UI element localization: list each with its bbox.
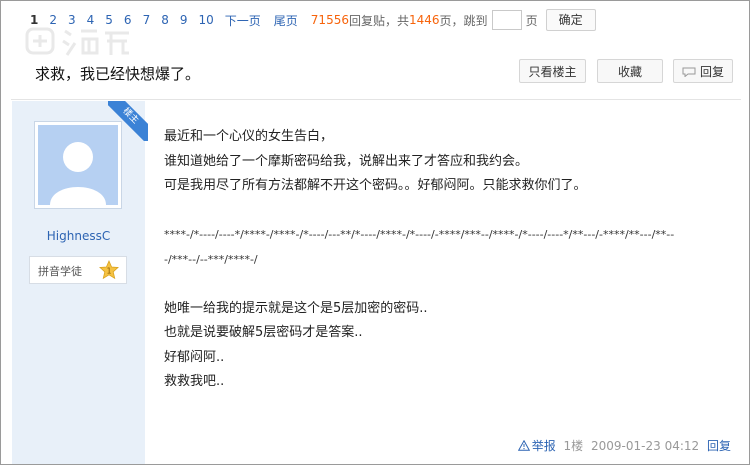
post-line: 可是我用尽了所有方法都解不开这个密码。。好郁闷阿。只能求救你们了。 [164,178,587,193]
post-line: 救救我吧.. [164,374,225,389]
default-avatar-icon [38,125,118,205]
level-number: 1 [106,267,111,276]
thread-header: 求救，我已经快想爆了。 只看楼主 收藏 回复 [11,45,741,100]
morse-code-line: -/***--/--***/****-/ [164,252,258,266]
jump-label: 页，跳到 [439,13,488,28]
post-line: 也就是说要破解5层密码才是答案.. [164,325,363,340]
reply-count: 71556 [310,13,349,27]
next-page-link[interactable]: 下一页 [225,12,261,29]
only-op-button[interactable]: 只看楼主 [519,59,586,83]
thread-title: 求救，我已经快想爆了。 [35,65,201,83]
user-rank-badge: 拼音学徒 1 [29,256,127,284]
post-content: 最近和一个心仪的女生告白， 谁知道她给了一个摩斯密码给我，说解出来了才答应和我约… [164,125,724,395]
post-line: 好郁闷阿.. [164,349,225,365]
favorite-button[interactable]: 收藏 [597,59,663,83]
reply-count-label: 回复贴，共 [348,13,409,28]
thread-owner-label: 楼主 [108,101,148,141]
warning-icon [517,440,530,451]
page-jump-input[interactable] [491,10,522,30]
reply-button[interactable]: 回复 [673,59,733,83]
floor-number: 1楼 [563,439,584,453]
page-link-7[interactable]: 7 [143,13,151,27]
reply-button-label: 回复 [699,65,724,79]
post-line: 谁知道她给了一个摩斯密码给我，说解出来了才答应和我约会。 [164,153,529,169]
post-datetime: 2009-01-23 04:12 [591,439,700,453]
rank-title: 拼音学徒 [38,265,82,278]
author-name[interactable]: HighnessC [12,229,145,243]
chat-bubble-icon [682,67,696,77]
page-link-9[interactable]: 9 [180,13,188,27]
post-line: 最近和一个心仪的女生告白， [164,129,334,144]
confirm-jump-button[interactable]: 确定 [545,9,596,31]
thread-owner-tag: 楼主 [108,101,148,141]
page-link-8[interactable]: 8 [161,13,169,27]
last-page-link[interactable]: 尾页 [274,12,298,29]
post-footer: 举报 1楼 2009-01-23 04:12 回复 [517,437,731,454]
morse-code-line: ****-/*----/----*/****-/****-/*----/---*… [164,228,675,241]
post-frame: 1 2 3 4 5 6 7 8 9 10 下一页 尾页 71556 回复贴，共 … [0,0,750,465]
reply-link[interactable]: 回复 [707,439,731,453]
report-link[interactable]: 举报 [532,439,556,453]
post-line: 她唯一给我的提示就是这个是5层加密的密码.. [164,300,428,316]
page-count: 1446 [409,13,440,27]
star-level-icon: 1 [99,260,119,280]
page-unit-label: 页 [525,13,538,28]
author-sidebar: 楼主 HighnessC 拼音学徒 1 [12,101,148,464]
page-link-10[interactable]: 10 [198,13,213,27]
